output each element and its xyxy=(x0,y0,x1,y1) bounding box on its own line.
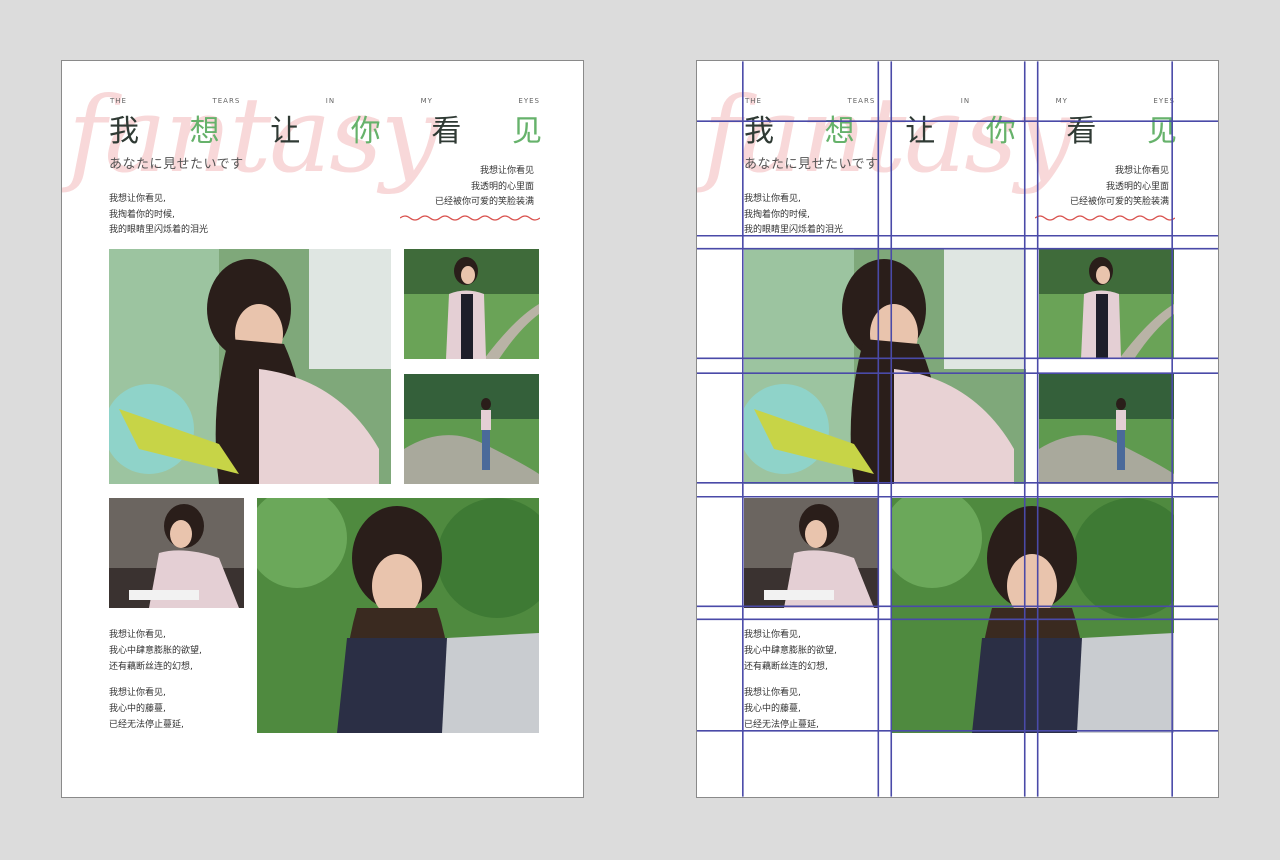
poem-line: 已经被你可爱的笑脸装满 xyxy=(1069,197,1169,207)
eyebrow-word: IN xyxy=(960,97,971,105)
title-char: 我 xyxy=(109,114,139,149)
poem-right: 我想让你看见 我透明的心里面 已经被你可爱的笑脸装满 xyxy=(1070,164,1169,211)
layout-page-original: fantasy THE TEARS IN MY EYES 我 想 让 你 看 见… xyxy=(61,60,584,798)
photo-girl-walking-path xyxy=(1039,374,1174,484)
poem-line: 我透明的心里面 xyxy=(470,181,534,192)
title-char: 看 xyxy=(431,114,462,149)
eyebrow-word: EYES xyxy=(1153,97,1175,105)
title-char: 让 xyxy=(270,114,301,149)
poem-line: 还有藕断丝连的幻想, xyxy=(744,662,828,672)
poem-stanza: 我想让你看见, 我心中肆意膨胀的欲望, 还有藕断丝连的幻想, xyxy=(744,627,837,675)
page-title: 我 想 让 你 看 见 xyxy=(109,115,542,148)
page-title: 我 想 让 你 看 见 xyxy=(744,115,1177,148)
japanese-subtitle: あなたに見せたいです xyxy=(109,157,244,172)
eyebrow-word: IN xyxy=(325,97,336,105)
poem-line: 还有藕断丝连的幻想, xyxy=(109,662,193,672)
japanese-subtitle: あなたに見せたいです xyxy=(744,157,879,172)
poem-line: 我掏着你的时候, xyxy=(744,209,810,220)
title-char: 我 xyxy=(744,114,774,149)
title-char: 你 xyxy=(985,114,1016,149)
poem-line: 我心中的藤蔓, xyxy=(744,704,801,714)
title-char: 让 xyxy=(905,114,936,149)
eyebrow-word: MY xyxy=(1055,97,1068,105)
photo-girl-reading-notebook xyxy=(744,249,1026,484)
poem-line: 我想让你看见 xyxy=(1114,166,1169,176)
poem-line: 已经无法停止蔓延, xyxy=(109,720,184,730)
photo-girl-with-laptop xyxy=(257,498,539,733)
photo-girl-reading-notebook xyxy=(109,249,391,484)
poem-line: 我想让你看见 xyxy=(479,166,534,176)
poem-line: 已经无法停止蔓延, xyxy=(744,720,819,730)
photo-girl-walking-path xyxy=(404,374,539,484)
title-char: 见 xyxy=(1146,114,1177,149)
photo-girl-on-phone-park xyxy=(404,249,539,359)
layout-page-with-grid: fantasy THE TEARS IN MY EYES 我 想 让 你 看 见… xyxy=(696,60,1219,798)
page-content: fantasy THE TEARS IN MY EYES 我 想 让 你 看 见… xyxy=(697,61,1218,797)
photo-girl-at-desk xyxy=(744,498,879,608)
poem-left: 我想让你看见, 我掏着你的时候, 我的眼睛里闪烁着的泪光 xyxy=(109,192,208,239)
wave-decoration xyxy=(1035,215,1175,221)
poem-line: 我掏着你的时候, xyxy=(109,209,175,220)
poem-line: 我心中的藤蔓, xyxy=(109,704,166,714)
wave-decoration xyxy=(400,215,540,221)
photo-girl-with-laptop xyxy=(892,498,1174,733)
title-char: 想 xyxy=(189,114,220,149)
page-content: fantasy THE TEARS IN MY EYES 我 想 让 你 看 见… xyxy=(62,61,583,797)
title-char: 你 xyxy=(350,114,381,149)
poem-line: 我心中肆意膨胀的欲望, xyxy=(109,646,202,656)
poem-bottom: 我想让你看见, 我心中肆意膨胀的欲望, 还有藕断丝连的幻想, 我想让你看见, 我… xyxy=(744,627,837,743)
eyebrow-text: THE TEARS IN MY EYES xyxy=(110,97,540,105)
poem-bottom: 我想让你看见, 我心中肆意膨胀的欲望, 还有藕断丝连的幻想, 我想让你看见, 我… xyxy=(109,627,202,743)
poem-line: 我透明的心里面 xyxy=(1105,181,1169,192)
poem-line: 我想让你看见, xyxy=(744,630,801,640)
eyebrow-word: THE xyxy=(110,97,127,105)
title-char: 见 xyxy=(511,114,542,149)
eyebrow-word: TEARS xyxy=(847,97,876,105)
poem-left: 我想让你看见, 我掏着你的时候, 我的眼睛里闪烁着的泪光 xyxy=(744,192,843,239)
poem-line: 我的眼睛里闪烁着的泪光 xyxy=(109,225,209,235)
poem-line: 我想让你看见, xyxy=(744,194,801,204)
poem-stanza: 我想让你看见, 我心中的藤蔓, 已经无法停止蔓延, xyxy=(744,685,837,733)
eyebrow-word: THE xyxy=(745,97,762,105)
title-char: 看 xyxy=(1066,114,1097,149)
poem-line: 我想让你看见, xyxy=(109,630,166,640)
poem-line: 我想让你看见, xyxy=(109,194,166,204)
poem-line: 我的眼睛里闪烁着的泪光 xyxy=(744,225,844,235)
poem-line: 我想让你看见, xyxy=(744,688,801,698)
title-char: 想 xyxy=(824,114,855,149)
poem-stanza: 我想让你看见, 我心中的藤蔓, 已经无法停止蔓延, xyxy=(109,685,202,733)
eyebrow-word: MY xyxy=(420,97,433,105)
poem-line: 我心中肆意膨胀的欲望, xyxy=(744,646,837,656)
poem-right: 我想让你看见 我透明的心里面 已经被你可爱的笑脸装满 xyxy=(435,164,534,211)
photo-girl-on-phone-park xyxy=(1039,249,1174,359)
eyebrow-word: TEARS xyxy=(212,97,241,105)
poem-line: 我想让你看见, xyxy=(109,688,166,698)
eyebrow-word: EYES xyxy=(518,97,540,105)
poem-line: 已经被你可爱的笑脸装满 xyxy=(434,197,534,207)
poem-stanza: 我想让你看见, 我心中肆意膨胀的欲望, 还有藕断丝连的幻想, xyxy=(109,627,202,675)
photo-girl-at-desk xyxy=(109,498,244,608)
eyebrow-text: THE TEARS IN MY EYES xyxy=(745,97,1175,105)
